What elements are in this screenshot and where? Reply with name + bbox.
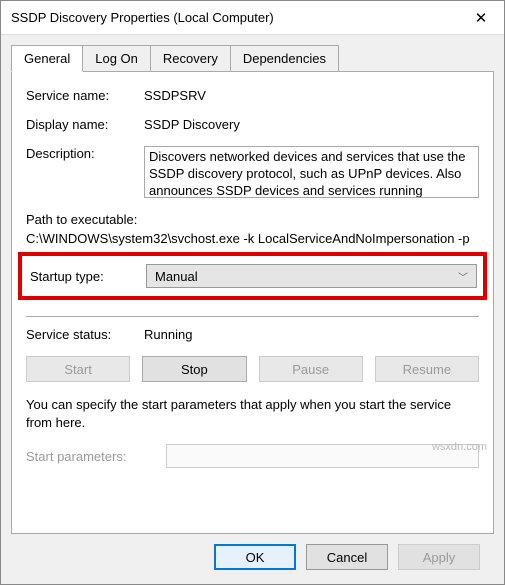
divider (26, 316, 479, 317)
cancel-button[interactable]: Cancel (306, 544, 388, 570)
startup-type-label: Startup type: (28, 269, 146, 284)
service-status-label: Service status: (26, 327, 144, 342)
display-name-row: Display name: SSDP Discovery (26, 117, 479, 132)
description-row: Description: Discovers networked devices… (26, 146, 479, 198)
chevron-down-icon: ﹀ (458, 269, 468, 284)
path-label: Path to executable: (26, 212, 137, 227)
path-value: C:\WINDOWS\system32\svchost.exe -k Local… (26, 231, 479, 246)
service-status-row: Service status: Running (26, 327, 479, 342)
dialog-footer: OK Cancel Apply (11, 534, 494, 584)
apply-button: Apply (398, 544, 480, 570)
service-name-value: SSDPSRV (144, 88, 479, 103)
watermark-text: wsxdn.com (432, 441, 487, 453)
tab-panel-general: Service name: SSDPSRV Display name: SSDP… (11, 71, 494, 534)
tab-strip: General Log On Recovery Dependencies (11, 45, 494, 71)
service-name-row: Service name: SSDPSRV (26, 88, 479, 103)
service-status-value: Running (144, 327, 479, 342)
description-label: Description: (26, 146, 144, 161)
content-area: General Log On Recovery Dependencies Ser… (1, 35, 504, 584)
tab-log-on[interactable]: Log On (82, 45, 151, 71)
tab-dependencies[interactable]: Dependencies (230, 45, 339, 71)
startup-type-value: Manual (155, 269, 198, 284)
tab-recovery[interactable]: Recovery (150, 45, 231, 71)
description-textbox[interactable]: Discovers networked devices and services… (144, 146, 479, 198)
service-control-buttons: Start Stop Pause Resume (26, 356, 479, 382)
stop-button[interactable]: Stop (142, 356, 246, 382)
properties-window: SSDP Discovery Properties (Local Compute… (0, 0, 505, 585)
display-name-label: Display name: (26, 117, 144, 132)
resume-button: Resume (375, 356, 479, 382)
startup-type-dropdown[interactable]: Manual ﹀ (146, 264, 477, 288)
path-label-row: Path to executable: (26, 212, 479, 227)
close-icon: ✕ (475, 9, 488, 27)
service-name-label: Service name: (26, 88, 144, 103)
start-params-label: Start parameters: (26, 449, 166, 464)
tab-general[interactable]: General (11, 45, 83, 72)
start-params-row: Start parameters: (26, 444, 479, 468)
startup-type-highlight: Startup type: Manual ﹀ (18, 252, 487, 300)
start-button: Start (26, 356, 130, 382)
ok-button[interactable]: OK (214, 544, 296, 570)
pause-button: Pause (259, 356, 363, 382)
window-title: SSDP Discovery Properties (Local Compute… (11, 10, 458, 25)
titlebar: SSDP Discovery Properties (Local Compute… (1, 1, 504, 35)
close-button[interactable]: ✕ (458, 1, 504, 35)
display-name-value: SSDP Discovery (144, 117, 479, 132)
start-params-hint: You can specify the start parameters tha… (26, 396, 479, 432)
